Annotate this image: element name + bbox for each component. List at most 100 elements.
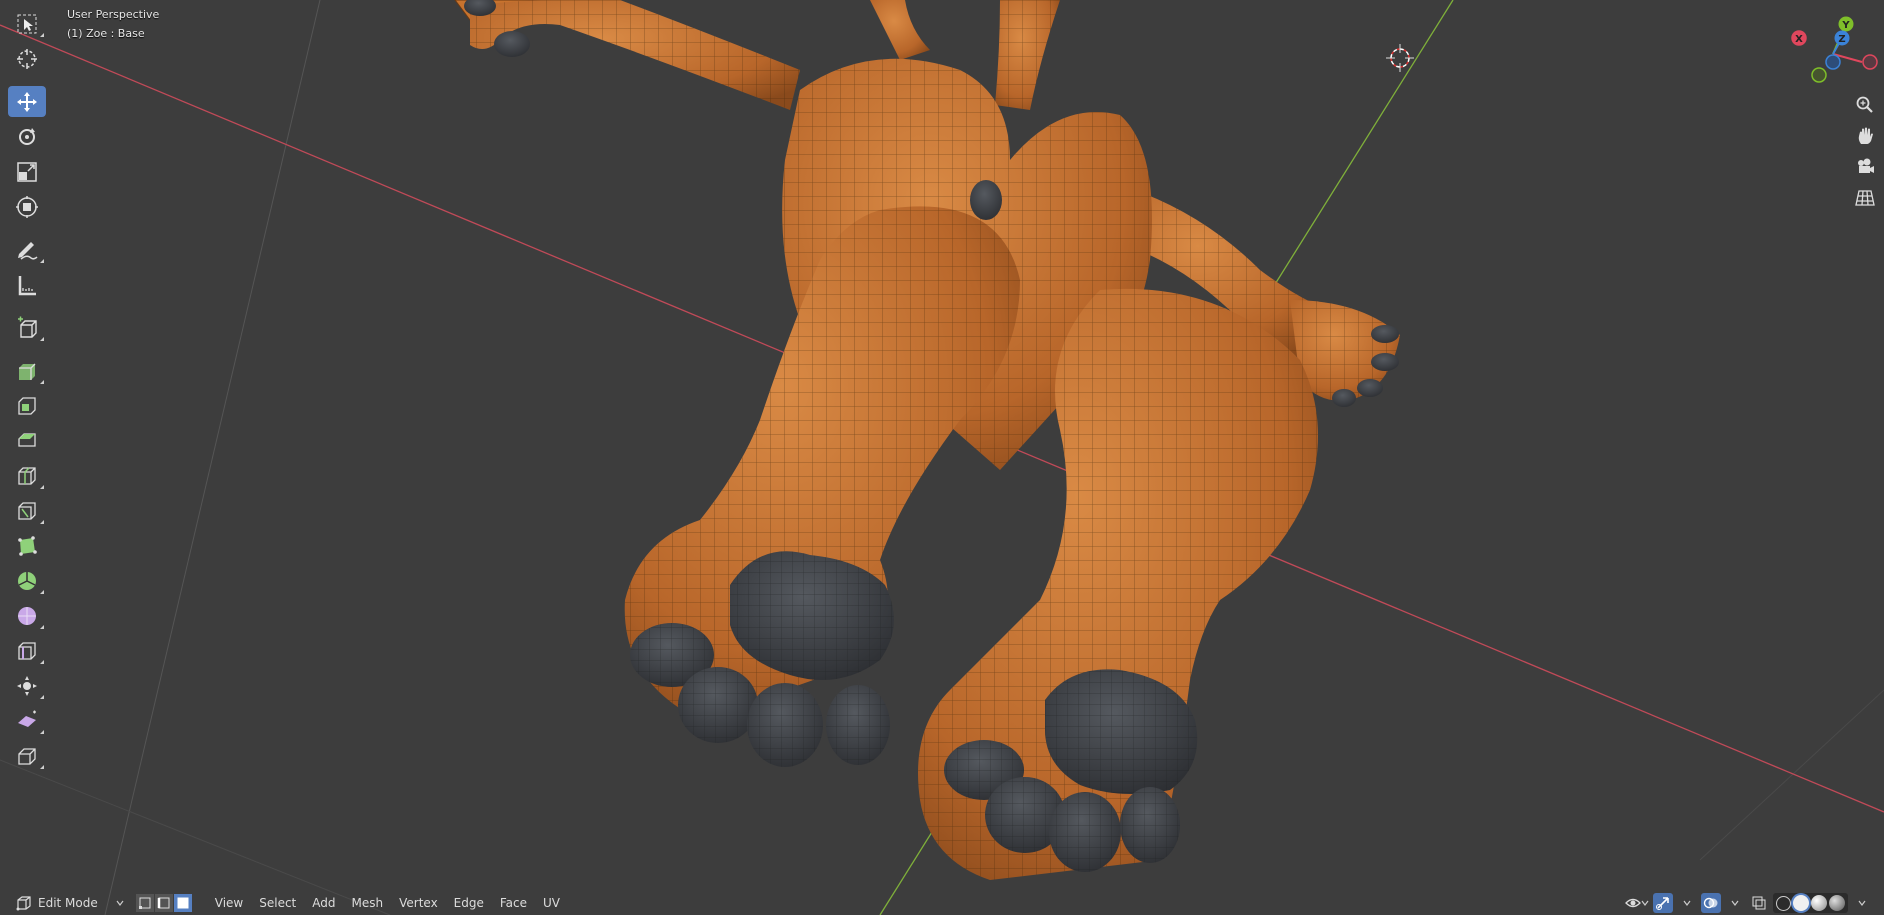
menu-view[interactable]: View (207, 891, 251, 915)
spin-icon (18, 571, 36, 590)
chevron-down-icon (1858, 900, 1866, 906)
menu-mesh[interactable]: Mesh (344, 891, 392, 915)
tool-bevel[interactable] (8, 425, 46, 456)
mesh-scene[interactable] (0, 0, 1884, 915)
hand-icon (1858, 127, 1873, 144)
tool-move[interactable] (8, 86, 46, 117)
tool-poly-build[interactable] (8, 530, 46, 561)
tool-shear[interactable] (8, 705, 46, 736)
xray-toggle-button[interactable] (1749, 893, 1769, 913)
tool-smooth[interactable] (8, 600, 46, 631)
rendered-shading-button[interactable] (1829, 895, 1845, 911)
tool-shrink-fatten[interactable] (8, 670, 46, 701)
shrink-fatten-icon (17, 675, 37, 696)
grid-line (104, 0, 321, 915)
tool-annotate[interactable] (8, 234, 46, 265)
chevron-down-icon (1683, 900, 1691, 906)
camera-view-button[interactable] (1852, 154, 1878, 180)
neg-y-axis-handle (1811, 67, 1827, 83)
neg-z-axis-handle (1825, 54, 1841, 70)
inset-faces-icon (18, 396, 36, 415)
overlays-icon (1703, 897, 1718, 909)
neg-x-axis-handle-right (1862, 54, 1878, 70)
grid-line (1699, 689, 1884, 861)
tool-select-box[interactable] (8, 8, 46, 39)
menu-edge[interactable]: Edge (446, 891, 492, 915)
y-axis-label: Y (1841, 20, 1850, 31)
annotate-icon (18, 241, 38, 260)
material-shading-button[interactable] (1811, 895, 1827, 911)
magnifier-icon (1856, 96, 1873, 113)
tool-scale[interactable] (8, 156, 46, 187)
wireframe-shading-button[interactable] (1776, 895, 1791, 911)
vertex-select-icon (138, 897, 151, 909)
rotate-icon (19, 127, 35, 145)
object-info: (1) Zoe : Base (67, 27, 145, 40)
menu-vertex[interactable]: Vertex (391, 891, 446, 915)
header-right-controls (1621, 893, 1872, 913)
tool-add-cube[interactable] (8, 312, 46, 343)
knife-icon (18, 501, 36, 520)
edge-select-icon (157, 897, 170, 909)
poly-build-icon (18, 535, 37, 556)
face-select-button[interactable] (173, 894, 192, 912)
smooth-icon (18, 606, 36, 625)
rip-region-icon (18, 747, 36, 765)
chevron-down-icon (1731, 900, 1739, 906)
vertex-select-button[interactable] (135, 894, 154, 912)
solid-shading-button[interactable] (1793, 895, 1809, 911)
tool-transform[interactable] (8, 191, 46, 222)
shear-icon (18, 710, 36, 727)
menu-add[interactable]: Add (304, 891, 343, 915)
perspective-toggle-button[interactable] (1852, 185, 1878, 211)
tool-rip-region[interactable] (8, 740, 46, 771)
tool-rotate[interactable] (8, 121, 46, 152)
face-select-icon (177, 897, 189, 909)
visibility-dropdown[interactable] (1625, 893, 1649, 913)
transform-icon (16, 195, 38, 218)
chevron-down-icon (1641, 900, 1649, 906)
pan-button[interactable] (1852, 123, 1878, 149)
menu-uv[interactable]: UV (535, 891, 568, 915)
measure-icon (18, 275, 36, 295)
z-axis-label: Z (1838, 34, 1845, 45)
zoom-button[interactable] (1852, 92, 1878, 118)
gizmo-icon (1656, 897, 1669, 910)
3d-viewport[interactable]: User Perspective (1) Zoe : Base X Y Z Ed… (0, 0, 1884, 915)
navigation-buttons (1852, 92, 1878, 216)
gizmo-toggle-button[interactable] (1653, 893, 1673, 913)
x-axis-label: X (1795, 34, 1803, 45)
loop-cut-icon (18, 466, 36, 485)
edge-select-button[interactable] (154, 894, 173, 912)
move-icon (17, 91, 37, 112)
select-box-icon (17, 14, 37, 33)
edit-mode-icon (16, 896, 31, 911)
tool-measure[interactable] (8, 269, 46, 300)
navigation-gizmo[interactable]: X Y Z (1774, 10, 1884, 90)
tool-spin[interactable] (8, 565, 46, 596)
chevron-down-icon (116, 900, 124, 906)
mode-label: Edit Mode (38, 896, 98, 910)
menu-select[interactable]: Select (251, 891, 304, 915)
gizmo-dropdown[interactable] (1677, 893, 1697, 913)
extrude-region-icon (19, 363, 36, 380)
tool-inset-faces[interactable] (8, 390, 46, 421)
shading-buttons (1773, 893, 1848, 913)
overlays-dropdown[interactable] (1725, 893, 1745, 913)
cursor-icon (17, 48, 37, 69)
viewport-header: Edit Mode View Select Add Mesh Vertex Ed… (0, 891, 1884, 915)
shading-dropdown[interactable] (1852, 893, 1872, 913)
tool-loop-cut[interactable] (8, 460, 46, 491)
tool-extrude-region[interactable] (8, 355, 46, 386)
select-mode-group (135, 894, 193, 912)
menu-face[interactable]: Face (492, 891, 535, 915)
tool-edge-slide[interactable] (8, 635, 46, 666)
xray-icon (1752, 896, 1766, 910)
tool-knife[interactable] (8, 495, 46, 526)
eye-icon (1625, 898, 1641, 908)
tool-shelf (8, 8, 50, 775)
edge-slide-icon (18, 641, 36, 660)
mode-dropdown[interactable]: Edit Mode (12, 893, 128, 913)
overlays-toggle-button[interactable] (1701, 893, 1721, 913)
tool-cursor[interactable] (8, 43, 46, 74)
